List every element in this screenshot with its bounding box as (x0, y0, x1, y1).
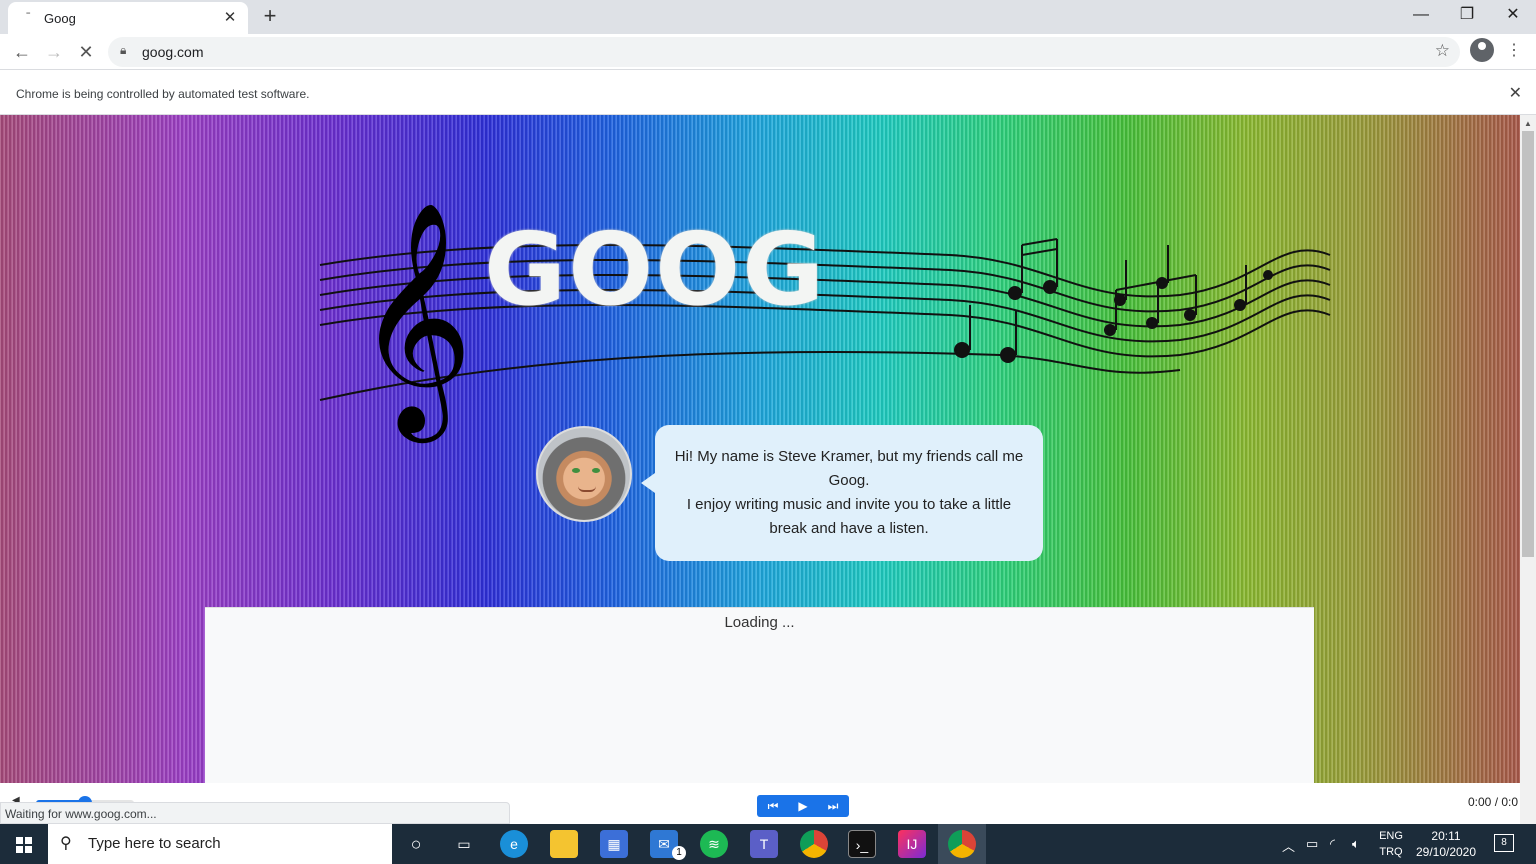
browser-tab[interactable]: ˉ Goog ✕ (8, 2, 248, 34)
chrome-icon[interactable] (800, 830, 828, 858)
back-icon[interactable]: ← (8, 38, 36, 66)
lang-bottom: TRQ (1379, 846, 1403, 858)
profile-icon[interactable] (1470, 38, 1494, 62)
page-background: 𝄞 GOOG Hi! My name is Steve Kramer, but … (0, 115, 1520, 824)
playback-time: 0:00 / 0:0 (1468, 795, 1519, 809)
avatar-eye (572, 468, 580, 473)
speech-line-1: Hi! My name is Steve Kramer, but my frie… (674, 448, 1024, 489)
avatar (536, 426, 632, 522)
scroll-up-icon[interactable]: ▲ (1524, 119, 1532, 128)
spotify-icon[interactable]: ≋ (700, 830, 728, 858)
stop-loading-icon[interactable]: ✕ (72, 38, 100, 66)
loading-favicon-icon: ˉ (26, 9, 31, 25)
playback-controls: ⏮ ▶ ⏭ (757, 795, 849, 817)
forward-icon[interactable]: → (40, 38, 68, 66)
automation-infobar: Chrome is being controlled by automated … (0, 71, 1536, 115)
lock-icon[interactable]: 🔒︎ (120, 43, 126, 58)
language-indicator[interactable]: ENG TRQ (1378, 828, 1404, 860)
teams-icon[interactable]: T (750, 830, 778, 858)
tab-title: Goog (44, 11, 76, 26)
mail-badge: 1 (672, 846, 686, 860)
avatar-smile (578, 486, 596, 492)
clock[interactable]: 20:11 29/10/2020 (1414, 828, 1478, 860)
store-icon[interactable]: ▦ (600, 830, 628, 858)
close-window-icon[interactable]: ✕ (1490, 0, 1536, 32)
page-scrollbar[interactable]: ▲ (1520, 115, 1536, 824)
windows-start-icon[interactable] (0, 824, 48, 864)
speaker-icon[interactable]: 🔈︎ (1352, 836, 1360, 852)
notification-center-icon[interactable]: 8 (1494, 834, 1514, 852)
battery-icon[interactable]: ▭ (1306, 836, 1318, 852)
next-track-icon[interactable]: ⏭ (818, 795, 848, 817)
clock-time: 20:11 (1431, 829, 1461, 843)
infobar-message: Chrome is being controlled by automated … (16, 87, 310, 101)
url-text[interactable]: goog.com (142, 44, 203, 60)
avatar-eye (592, 468, 600, 473)
status-bubble: Waiting for www.goog.com... (0, 802, 510, 824)
tab-strip: ˉ Goog ✕ + — ❐ ✕ (0, 0, 1536, 34)
speech-line-2: I enjoy writing music and invite you to … (686, 496, 1012, 537)
file-explorer-icon[interactable] (550, 830, 578, 858)
loading-text: Loading ... (724, 614, 795, 631)
task-view-icon[interactable]: ▭ (450, 830, 478, 858)
tray-chevron-icon[interactable]: ︿ (1282, 836, 1295, 855)
close-tab-icon[interactable]: ✕ (220, 8, 240, 28)
edge-icon[interactable]: e (500, 830, 528, 858)
chrome-icon[interactable] (948, 830, 976, 858)
search-icon: ⚲ (60, 835, 72, 852)
cortana-icon[interactable]: ○ (402, 830, 430, 858)
browser-toolbar: ← → ✕ 🔒︎ goog.com ☆ (0, 34, 1536, 70)
new-tab-button[interactable]: + (258, 5, 282, 29)
play-icon[interactable]: ▶ (788, 795, 818, 817)
previous-track-icon[interactable]: ⏮ (758, 795, 788, 817)
site-logo-text: GOOG (484, 211, 827, 328)
treble-clef-icon: 𝄞 (355, 200, 473, 443)
clock-date: 29/10/2020 (1415, 845, 1477, 859)
taskbar-search-box[interactable]: ⚲ Type here to search (48, 824, 392, 864)
restore-icon[interactable]: ❐ (1444, 0, 1490, 32)
status-text: Waiting for www.goog.com... (5, 807, 157, 821)
wifi-icon[interactable]: ◜ (1330, 836, 1335, 852)
address-bar[interactable]: 🔒︎ goog.com ☆ (108, 37, 1460, 67)
bookmark-star-icon[interactable]: ☆ (1435, 41, 1450, 61)
close-infobar-icon[interactable]: ✕ (1509, 83, 1522, 103)
search-placeholder: Type here to search (88, 835, 221, 852)
scrollbar-thumb[interactable] (1522, 131, 1534, 557)
terminal-icon[interactable]: ›_ (848, 830, 876, 858)
intellij-icon[interactable]: IJ (898, 830, 926, 858)
windows-taskbar: ⚲ Type here to search ○ ▭ e ▦ ✉ 1 ≋ T ›_… (0, 824, 1536, 864)
minimize-icon[interactable]: — (1398, 0, 1444, 32)
menu-dots-icon[interactable]: ⋮ (1504, 40, 1524, 60)
speech-bubble: Hi! My name is Steve Kramer, but my frie… (641, 425, 1043, 561)
lang-top: ENG (1379, 830, 1403, 842)
